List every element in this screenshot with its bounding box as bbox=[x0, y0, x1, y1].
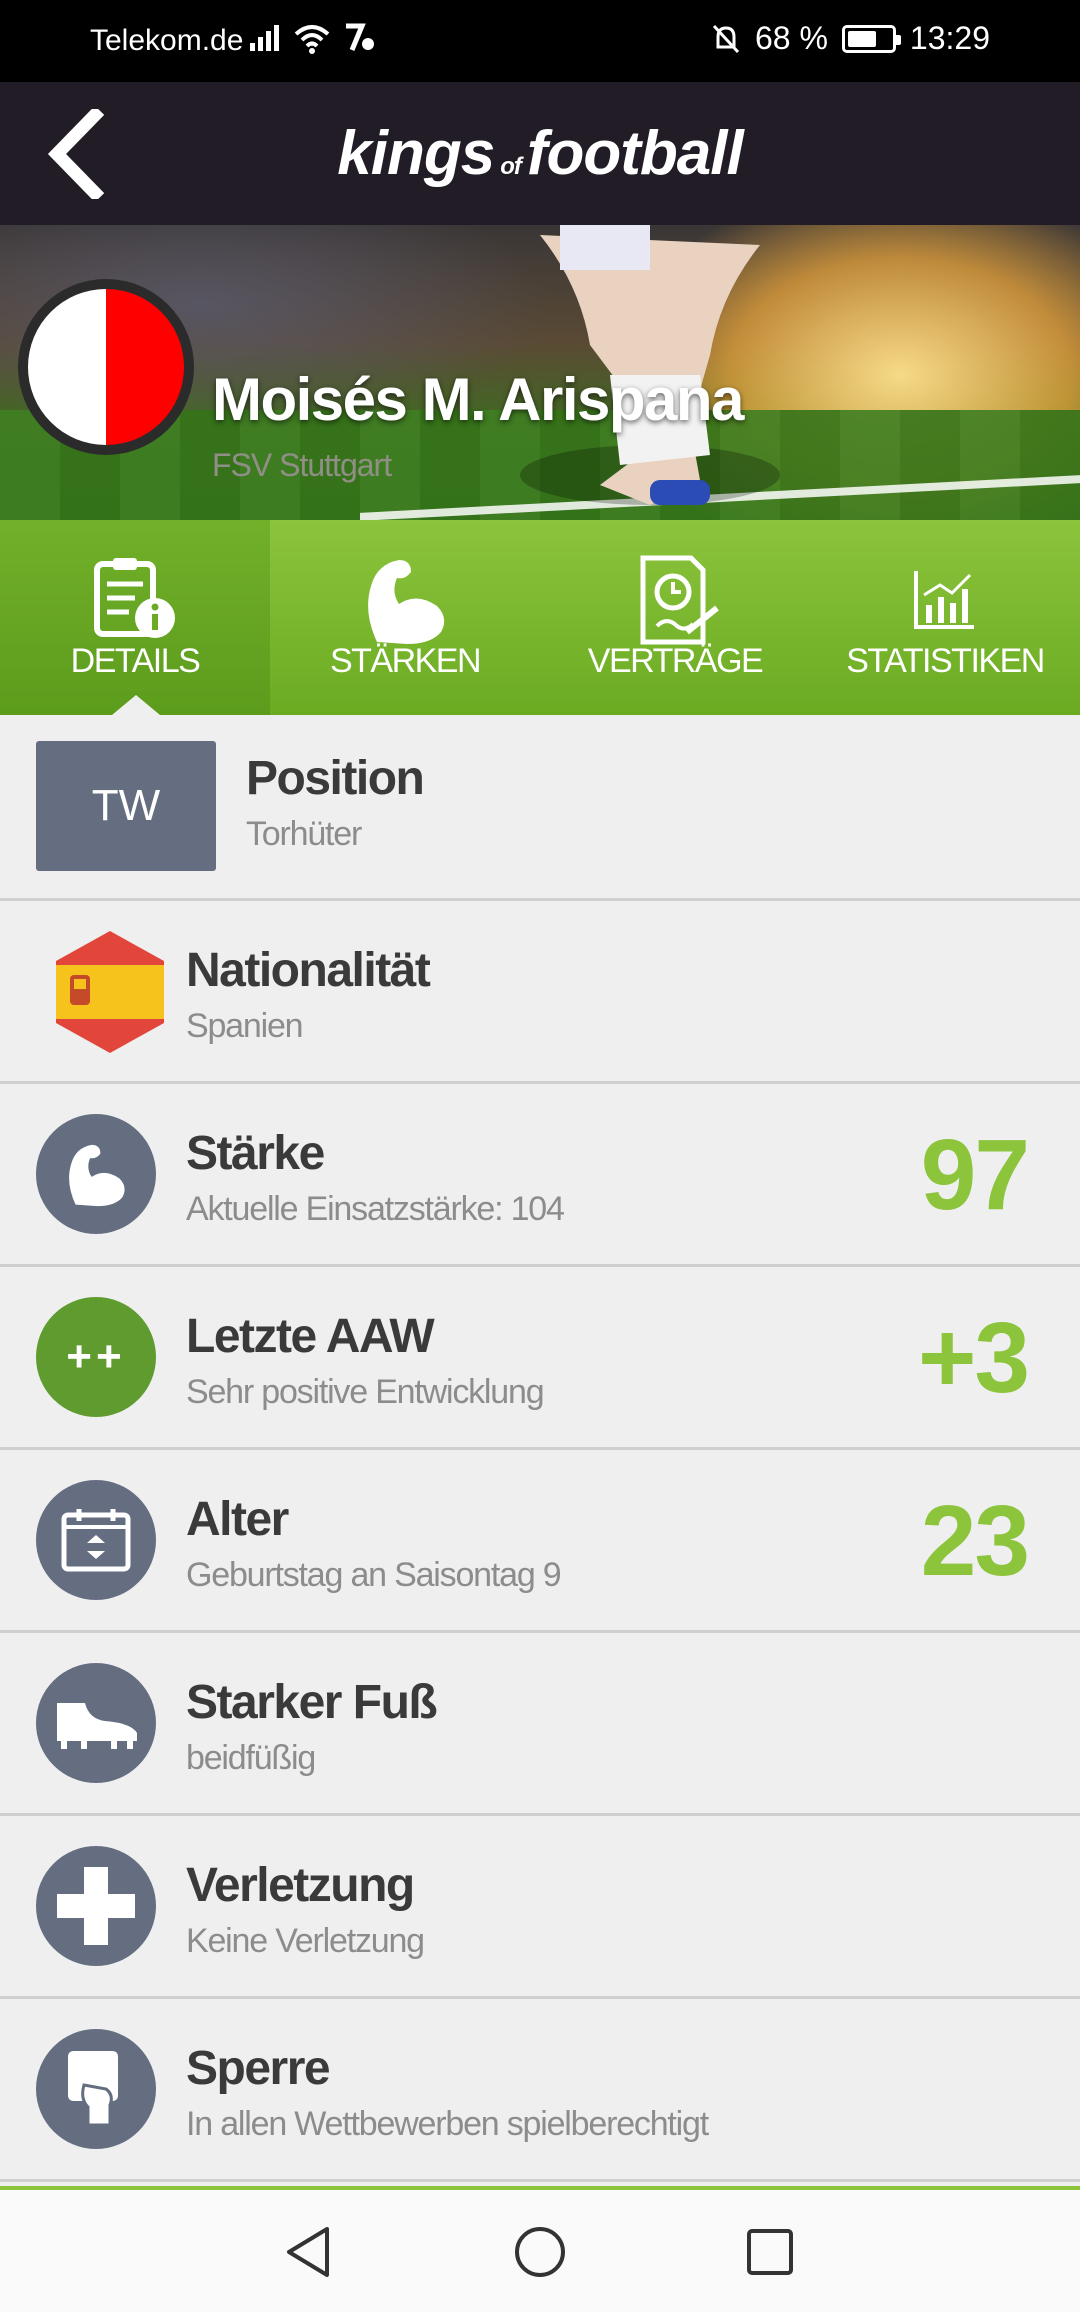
player-club: FSV Stuttgart bbox=[212, 447, 392, 483]
connectivity-icons bbox=[248, 22, 378, 54]
tab-staerken-label: STÄRKEN bbox=[329, 642, 482, 680]
age-value: 23 bbox=[920, 1485, 1030, 1597]
nav-back-button[interactable] bbox=[276, 2220, 340, 2284]
muscle-icon bbox=[36, 1114, 156, 1234]
contract-icon bbox=[640, 555, 719, 645]
row-title: Letzte AAW bbox=[186, 1310, 435, 1363]
system-nav-bar bbox=[0, 2190, 1080, 2312]
row-subtitle: Torhüter bbox=[246, 815, 362, 853]
battery-icon bbox=[841, 24, 901, 53]
status-bar: Telekom.de 68 % 13:29 bbox=[0, 0, 1080, 82]
player-hero: Moisés M. Arispana FSV Stuttgart bbox=[0, 225, 1080, 520]
player-name: Moisés M. Arispana bbox=[212, 366, 744, 433]
battery-fill bbox=[847, 30, 877, 47]
row-title: Nationalität bbox=[186, 944, 431, 997]
tab-vertraege-label: VERTRÄGE bbox=[587, 642, 764, 680]
double-plus-icon: ++ bbox=[36, 1297, 156, 1417]
row-subtitle: Geburtstag an Saisontag 9 bbox=[186, 1556, 562, 1594]
data-transfer-icon bbox=[346, 23, 374, 51]
details-icon bbox=[94, 558, 175, 638]
triangle-back-icon bbox=[287, 2227, 329, 2277]
boot-icon bbox=[36, 1663, 156, 1783]
row-title: Verletzung bbox=[186, 1859, 415, 1912]
nationality-row[interactable]: Nationalität Spanien bbox=[0, 901, 1080, 1084]
club-badge bbox=[18, 279, 194, 455]
calendar-icon bbox=[36, 1480, 156, 1600]
row-subtitle: beidfüßig bbox=[186, 1739, 316, 1777]
spain-flag-icon bbox=[56, 931, 164, 1053]
row-subtitle: Spanien bbox=[186, 1007, 304, 1045]
card-icon bbox=[36, 2029, 156, 2149]
tab-statistiken-label: STATISTIKEN bbox=[846, 642, 1045, 680]
row-title: Starker Fuß bbox=[186, 1676, 438, 1729]
strength-value: 97 bbox=[920, 1119, 1030, 1231]
strength-row[interactable]: Stärke Aktuelle Einsatzstärke: 104 97 bbox=[0, 1084, 1080, 1267]
wifi-icon bbox=[294, 25, 330, 54]
row-subtitle: Keine Verletzung bbox=[186, 1922, 425, 1960]
clock: 13:29 bbox=[909, 20, 990, 56]
tab-staerken[interactable]: STÄRKEN bbox=[270, 520, 540, 715]
age-row[interactable]: Alter Geburtstag an Saisontag 9 23 bbox=[0, 1450, 1080, 1633]
details-list: TW Position Torhüter Nationalität Spanie… bbox=[0, 715, 1080, 2182]
injury-row[interactable]: Verletzung Keine Verletzung bbox=[0, 1816, 1080, 1999]
row-title: Sperre bbox=[186, 2042, 331, 2095]
tab-details[interactable]: DETAILS bbox=[0, 520, 270, 715]
nav-home-button[interactable] bbox=[508, 2220, 572, 2284]
tab-details-label: DETAILS bbox=[70, 642, 201, 680]
app-header: kings offootball bbox=[0, 82, 1080, 225]
muscle-icon bbox=[368, 560, 445, 644]
suspension-row[interactable]: Sperre In allen Wettbewerben spielberech… bbox=[0, 1999, 1080, 2182]
nav-recents-button[interactable] bbox=[738, 2220, 802, 2284]
tab-statistiken[interactable]: STATISTIKEN bbox=[810, 520, 1080, 715]
app-logo: kings offootball bbox=[337, 119, 743, 188]
row-title: Position bbox=[246, 752, 425, 805]
row-subtitle: Aktuelle Einsatzstärke: 104 bbox=[186, 1190, 565, 1228]
signal-icon bbox=[250, 25, 279, 51]
tab-bar: DETAILS STÄRKEN VERTRÄGE STATISTIKEN bbox=[0, 520, 1080, 715]
circle-home-icon bbox=[515, 2227, 565, 2277]
row-title: Alter bbox=[186, 1493, 289, 1546]
row-title: Stärke bbox=[186, 1127, 325, 1180]
aaw-value: +3 bbox=[917, 1302, 1030, 1414]
row-subtitle: In allen Wettbewerben spielberechtigt bbox=[186, 2105, 709, 2143]
cross-icon bbox=[36, 1846, 156, 1966]
square-recents-icon bbox=[747, 2229, 793, 2275]
chart-icon bbox=[914, 571, 974, 629]
battery-percent: 68 % bbox=[754, 20, 828, 56]
mute-bell-icon bbox=[712, 24, 740, 53]
position-row[interactable]: TW Position Torhüter bbox=[0, 715, 1080, 901]
position-badge: TW bbox=[36, 741, 216, 871]
tab-vertraege[interactable]: VERTRÄGE bbox=[540, 520, 810, 715]
row-subtitle: Sehr positive Entwicklung bbox=[186, 1373, 545, 1411]
carrier-label: Telekom.de bbox=[90, 24, 244, 57]
last-aaw-row[interactable]: ++ Letzte AAW Sehr positive Entwicklung … bbox=[0, 1267, 1080, 1450]
strong-foot-row[interactable]: Starker Fuß beidfüßig bbox=[0, 1633, 1080, 1816]
